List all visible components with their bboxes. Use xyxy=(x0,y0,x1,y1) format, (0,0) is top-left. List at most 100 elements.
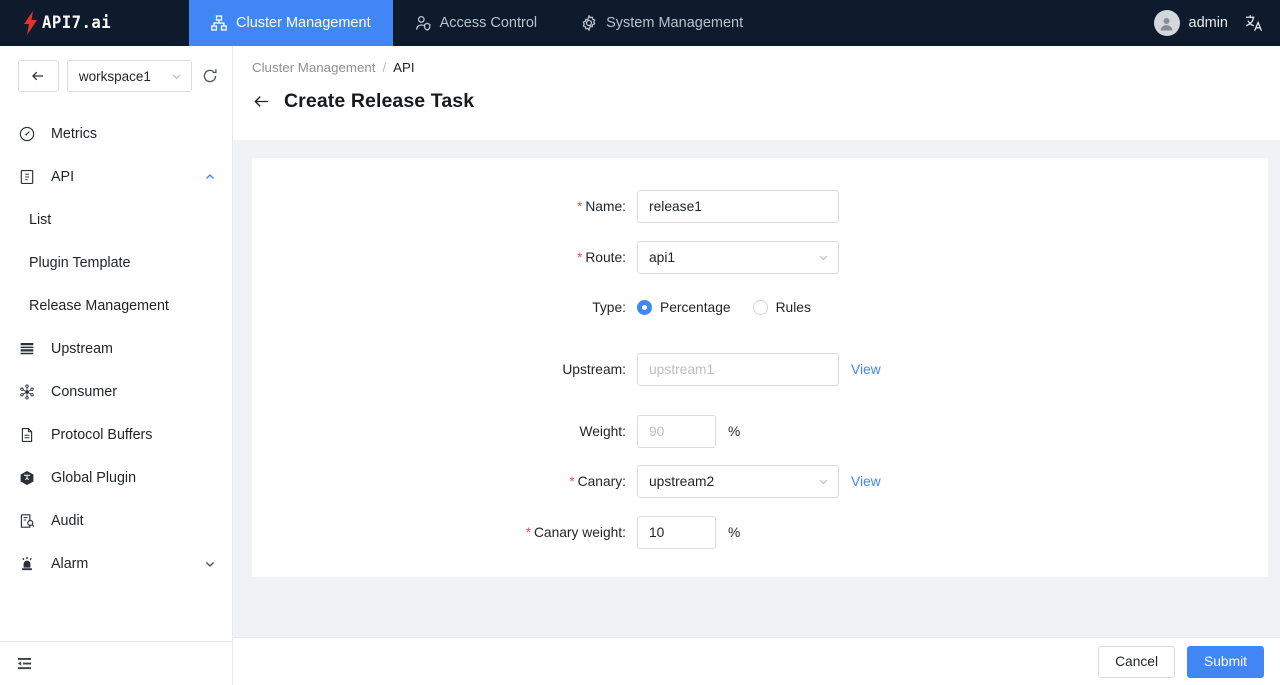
breadcrumb: Cluster Management / API xyxy=(252,60,1280,75)
alarm-lamp-icon xyxy=(18,556,36,572)
radio-label: Percentage xyxy=(660,300,731,315)
label-colon: : xyxy=(622,474,626,489)
workspace-select[interactable]: workspace1 xyxy=(66,60,192,92)
label-text: Upstream xyxy=(562,362,623,377)
required-asterisk: * xyxy=(569,474,575,489)
breadcrumb-parent[interactable]: Cluster Management xyxy=(252,60,375,75)
user-menu[interactable]: admin xyxy=(1153,10,1228,36)
canary-select[interactable]: upstream2 xyxy=(637,465,839,498)
sidebar-item-label: Protocol Buffers xyxy=(51,426,153,443)
sidebar-item-audit[interactable]: Audit xyxy=(0,499,232,542)
sidebar: workspace1 Metrics API List Plugin Templ… xyxy=(0,46,233,685)
upstream-control: upstream1 View xyxy=(637,353,881,386)
page-title-row: Create Release Task xyxy=(252,90,1280,113)
chevron-down-icon[interactable] xyxy=(204,558,216,570)
sidebar-subitem-label: Release Management xyxy=(29,297,169,314)
sidebar-item-label: Consumer xyxy=(51,383,117,400)
label-colon: : xyxy=(622,362,626,377)
server-stack-icon xyxy=(18,341,36,357)
label-colon: : xyxy=(622,423,626,439)
required-asterisk: * xyxy=(525,524,531,540)
form-row-weight: Weight: 90 % xyxy=(252,406,1268,456)
sidebar-subitem-list[interactable]: List xyxy=(0,198,232,241)
route-select[interactable]: api1 xyxy=(637,240,839,274)
name-input[interactable]: release1 xyxy=(637,189,839,223)
page-back-button[interactable] xyxy=(252,92,271,111)
label-colon: : xyxy=(622,524,626,540)
app-logo[interactable]: API7.ai xyxy=(0,0,189,46)
required-asterisk: * xyxy=(577,249,583,265)
file-icon xyxy=(18,427,36,443)
radio-rules[interactable]: Rules xyxy=(752,300,811,315)
cancel-button[interactable]: Cancel xyxy=(1098,645,1176,678)
sidebar-item-metrics[interactable]: Metrics xyxy=(0,112,232,155)
upstream-input-placeholder: upstream1 xyxy=(649,362,715,377)
label-text: Name xyxy=(585,198,623,214)
sidebar-subitem-release-management[interactable]: Release Management xyxy=(0,284,232,327)
upstream-label: Upstream: xyxy=(252,362,637,377)
submit-button[interactable]: Submit xyxy=(1187,645,1264,678)
sidebar-item-alarm[interactable]: Alarm xyxy=(0,542,232,585)
tab-label: Cluster Management xyxy=(236,15,371,31)
top-nav-tabs: Cluster Management Access Control System… xyxy=(189,0,765,46)
upstream-view-link[interactable]: View xyxy=(851,362,881,377)
sidebar-footer xyxy=(0,641,232,685)
weight-percent-suffix: % xyxy=(728,423,741,439)
cube-icon xyxy=(18,470,36,486)
nodes-icon xyxy=(18,384,36,400)
canary-weight-control: 10 % xyxy=(637,515,741,549)
sidebar-item-upstream[interactable]: Upstream xyxy=(0,327,232,370)
tab-label: Access Control xyxy=(439,15,538,31)
sidebar-subitem-label: List xyxy=(29,211,52,228)
weight-input[interactable]: 90 xyxy=(637,414,716,448)
canary-weight-percent-suffix: % xyxy=(728,524,741,540)
gear-icon xyxy=(581,15,597,31)
canary-label: * Canary: xyxy=(252,474,637,489)
sidebar-back-button[interactable] xyxy=(18,60,59,92)
translate-icon[interactable] xyxy=(1244,13,1264,33)
canary-control: upstream2 View xyxy=(637,465,881,498)
tab-cluster-management[interactable]: Cluster Management xyxy=(189,0,393,46)
sidebar-subitem-label: Plugin Template xyxy=(29,254,131,271)
workspace-value: workspace1 xyxy=(78,68,151,84)
canary-select-value: upstream2 xyxy=(649,474,715,489)
sidebar-item-label: API xyxy=(51,168,75,185)
chevron-up-icon[interactable] xyxy=(204,171,216,183)
route-label: * Route: xyxy=(252,250,637,265)
top-navigation-bar: API7.ai Cluster Management Access Contro… xyxy=(0,0,1280,46)
route-select-value: api1 xyxy=(649,249,676,265)
page-title: Create Release Task xyxy=(284,90,475,112)
type-label: Type: xyxy=(252,300,637,315)
sidebar-subitem-plugin-template[interactable]: Plugin Template xyxy=(0,241,232,284)
tab-access-control[interactable]: Access Control xyxy=(393,0,560,46)
form-row-canary: * Canary: upstream2 View xyxy=(252,456,1268,507)
canary-view-link[interactable]: View xyxy=(851,474,881,489)
sidebar-item-consumer[interactable]: Consumer xyxy=(0,370,232,413)
chevron-down-icon xyxy=(818,476,829,487)
type-radio-group: Percentage Rules xyxy=(637,300,811,315)
canary-weight-input-value: 10 xyxy=(649,524,665,540)
tab-system-management[interactable]: System Management xyxy=(559,0,765,46)
canary-weight-input[interactable]: 10 xyxy=(637,515,716,549)
label-text: Weight xyxy=(579,423,623,439)
upstream-input[interactable]: upstream1 xyxy=(637,353,839,386)
weight-input-placeholder: 90 xyxy=(649,423,665,439)
label-text: Route xyxy=(585,249,623,265)
arrow-left-icon xyxy=(30,68,46,84)
refresh-icon[interactable] xyxy=(200,66,220,86)
sidebar-item-api[interactable]: API xyxy=(0,155,232,198)
radio-label: Rules xyxy=(775,300,811,315)
form-row-upstream: Upstream: upstream1 View xyxy=(252,333,1268,406)
sidebar-item-global-plugin[interactable]: Global Plugin xyxy=(0,456,232,499)
chevron-down-icon xyxy=(818,252,829,263)
name-control: release1 xyxy=(637,189,839,223)
sidebar-item-protocol-buffers[interactable]: Protocol Buffers xyxy=(0,413,232,456)
label-text: Type xyxy=(592,300,623,315)
menu-fold-icon[interactable] xyxy=(13,652,36,675)
form-row-type: Type: Percentage Rules xyxy=(252,282,1268,333)
label-text: Canary xyxy=(577,474,623,489)
sidebar-item-label: Audit xyxy=(51,512,84,529)
name-label: * Name: xyxy=(252,199,637,214)
main-content: Cluster Management / API Create Release … xyxy=(233,46,1280,685)
radio-percentage[interactable]: Percentage xyxy=(637,300,731,315)
